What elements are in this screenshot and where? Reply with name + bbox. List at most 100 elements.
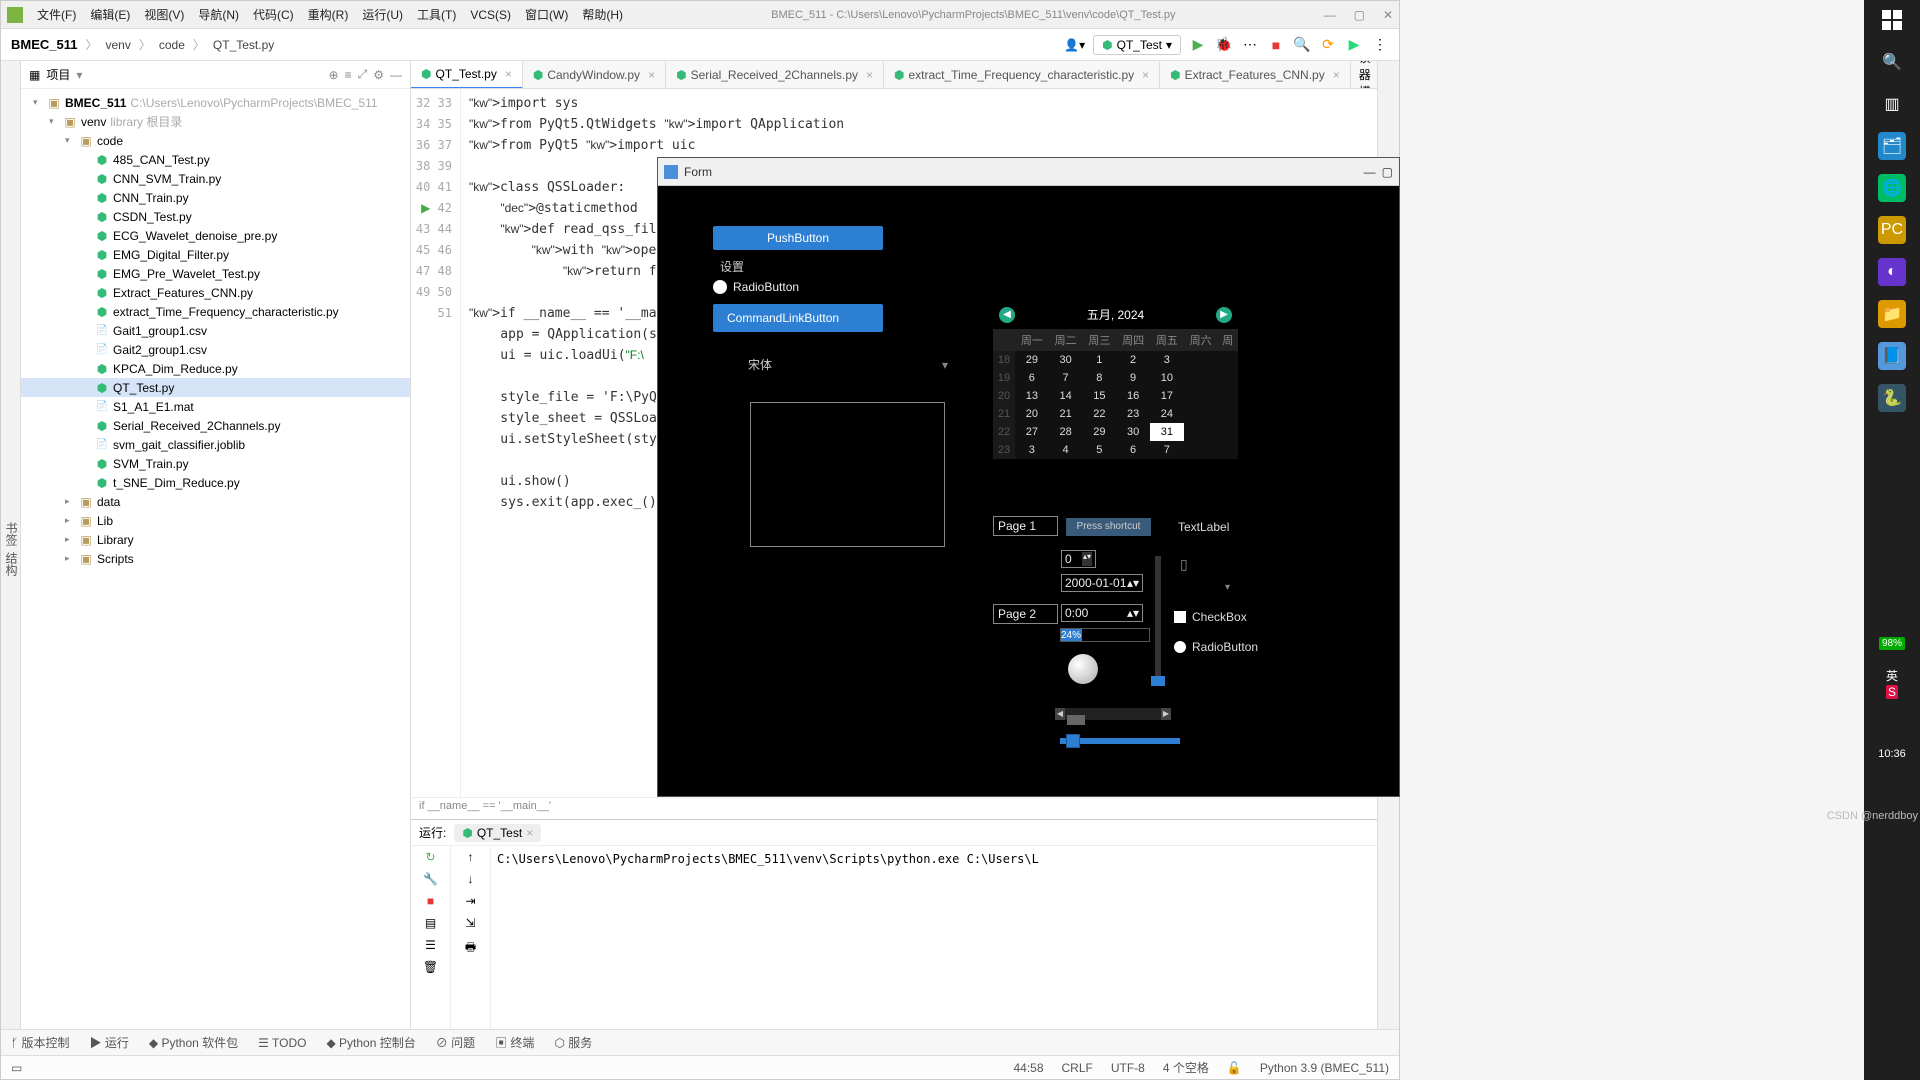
calendar-day[interactable]: 5 [1082,441,1116,459]
editor-tab[interactable]: ⬢Extract_Features_CNN.py× [1160,61,1351,89]
menu-run[interactable]: 运行(U) [362,6,403,23]
app-icon[interactable]: ◐ [1878,258,1906,286]
bottom-tool-q[interactable]: ⊘ 问题 [436,1034,475,1051]
execute-icon[interactable]: ▶ [1345,36,1363,54]
menu-vcs[interactable]: VCS(S) [470,8,511,22]
tree-row[interactable]: ⬢Extract_Features_CNN.py [21,283,410,302]
calendar-day[interactable]: 9 [1116,369,1150,387]
close-tab-icon[interactable]: × [866,68,873,82]
rerun-icon[interactable]: ↻ [425,850,435,864]
account-icon[interactable]: 👤▾ [1064,38,1085,52]
breadcrumb-root[interactable]: BMEC_511 [11,37,77,52]
editor-tab[interactable]: ⬢Serial_Received_2Channels.py× [666,61,884,89]
menu-view[interactable]: 视图(V) [144,6,184,23]
scroll-left-icon[interactable]: ◀ [1055,708,1065,720]
encoding[interactable]: UTF-8 [1111,1061,1145,1075]
cal-month-label[interactable]: 五月, 2024 [1087,306,1144,323]
calendar-day[interactable]: 10 [1150,369,1184,387]
calendar-day[interactable] [1184,405,1218,423]
overflow-icon[interactable]: ⋮ [1371,36,1389,54]
editor-tab[interactable]: ⬢CandyWindow.py× [523,61,666,89]
tree-row[interactable]: ▸▣Lib [21,511,410,530]
debug-run-icon[interactable]: 🔧 [423,872,438,886]
menu-window[interactable]: 窗口(W) [525,6,568,23]
settings-icon[interactable]: ⚙ [373,68,384,82]
locate-icon[interactable]: ⊕ [329,68,339,82]
tree-row[interactable]: ▸▣Scripts [21,549,410,568]
calendar-day[interactable]: 7 [1049,369,1083,387]
debug-icon[interactable]: 🐞 [1215,36,1233,54]
breadcrumb-file[interactable]: QT_Test.py [213,38,274,52]
tree-row[interactable]: ▸▣data [21,492,410,511]
expand-icon[interactable]: ≡ [345,68,352,82]
project-tree[interactable]: ▾▣BMEC_511 C:\Users\Lenovo\PycharmProjec… [21,89,410,1029]
status-hint-icon[interactable]: ▭ [11,1061,22,1075]
close-tab-icon[interactable]: × [1142,68,1149,82]
task-view-icon[interactable]: ▥ [1878,90,1906,118]
battery-indicator[interactable]: 98% [1879,637,1905,650]
calendar-day[interactable] [1217,441,1238,459]
calendar-day[interactable]: 30 [1049,351,1083,369]
radio-button-1[interactable]: RadioButton [713,280,799,294]
tab-page-1[interactable]: Page 1 [993,516,1058,536]
spin-buttons-icon[interactable]: ▴▾ [1082,552,1092,566]
spinbox[interactable]: 0▴▾ [1061,550,1096,568]
tree-row[interactable]: ⬢CNN_Train.py [21,188,410,207]
calendar-day[interactable]: 27 [1015,423,1049,441]
radio-button-2[interactable]: RadioButton [1174,640,1258,654]
up-icon[interactable]: ↑ [468,850,474,864]
font-combobox[interactable]: 宋体▾ [748,356,948,373]
qt-maximize-icon[interactable]: ▢ [1382,165,1393,179]
trash-icon[interactable]: 🗑 [423,960,438,974]
maximize-icon[interactable]: ▢ [1354,8,1365,22]
calendar-day[interactable] [1217,423,1238,441]
down-icon[interactable]: ↓ [468,872,474,886]
bottom-tool-play[interactable]: ▶ 运行 [90,1034,129,1051]
tree-row[interactable]: ⬢485_CAN_Test.py [21,150,410,169]
python-icon[interactable]: 🐍 [1878,384,1906,412]
menu-refactor[interactable]: 重构(R) [308,6,349,23]
indent[interactable]: 4 个空格 [1163,1059,1209,1076]
breadcrumb-venv[interactable]: venv [106,38,131,52]
tree-row[interactable]: ▸▣Library [21,530,410,549]
calendar-day[interactable]: 3 [1015,441,1049,459]
scroll-right-icon[interactable]: ▶ [1161,708,1171,720]
tab-page-2[interactable]: Page 2 [993,604,1058,624]
sync-icon[interactable]: ⟳ [1319,36,1337,54]
calendar-day[interactable]: 23 [1116,405,1150,423]
vertical-slider[interactable] [1155,556,1161,686]
calendar-day[interactable] [1217,405,1238,423]
run-tab[interactable]: ⬢QT_Test× [454,824,541,842]
interpreter[interactable]: Python 3.9 (BMEC_511) [1260,1061,1389,1075]
calendar-day[interactable]: 29 [1082,423,1116,441]
wrap-icon[interactable]: ⇥ [465,894,475,908]
line-edit-placeholder[interactable]: ▯ [1180,556,1188,573]
tree-row[interactable]: ⬢CNN_SVM_Train.py [21,169,410,188]
folder-icon[interactable]: 📁 [1878,300,1906,328]
start-icon[interactable] [1878,6,1906,34]
menu-file[interactable]: 文件(F) [37,6,76,23]
cal-prev-icon[interactable]: ◀ [999,307,1015,323]
collapse-icon[interactable]: ⤢ [358,67,368,82]
calendar-day[interactable] [1184,441,1218,459]
time-edit[interactable]: 0:00▴▾ [1061,604,1143,622]
calendar-day[interactable]: 3 [1150,351,1184,369]
calendar-day[interactable]: 14 [1049,387,1083,405]
calendar-day[interactable] [1184,423,1218,441]
tree-row[interactable]: ⬢QT_Test.py [21,378,410,397]
tree-row[interactable]: 📄Gait1_group1.csv [21,321,410,340]
tree-row[interactable]: ⬢t_SNE_Dim_Reduce.py [21,473,410,492]
calendar-day[interactable]: 4 [1049,441,1083,459]
time-buttons-icon[interactable]: ▴▾ [1127,606,1139,620]
calendar-day[interactable]: 7 [1150,441,1184,459]
bottom-tool-py[interactable]: ◆ Python 软件包 [149,1034,238,1051]
calendar-day[interactable]: 6 [1015,369,1049,387]
push-button[interactable]: PushButton [713,226,883,250]
calendar-day[interactable]: 20 [1015,405,1049,423]
clock[interactable]: 10:36 [1878,748,1906,760]
calendar-day[interactable]: 15 [1082,387,1116,405]
date-buttons-icon[interactable]: ▴▾ [1127,576,1139,590]
more-run-icon[interactable]: ⋯ [1241,36,1259,54]
calendar-day[interactable]: 21 [1049,405,1083,423]
calendar-day[interactable] [1217,351,1238,369]
